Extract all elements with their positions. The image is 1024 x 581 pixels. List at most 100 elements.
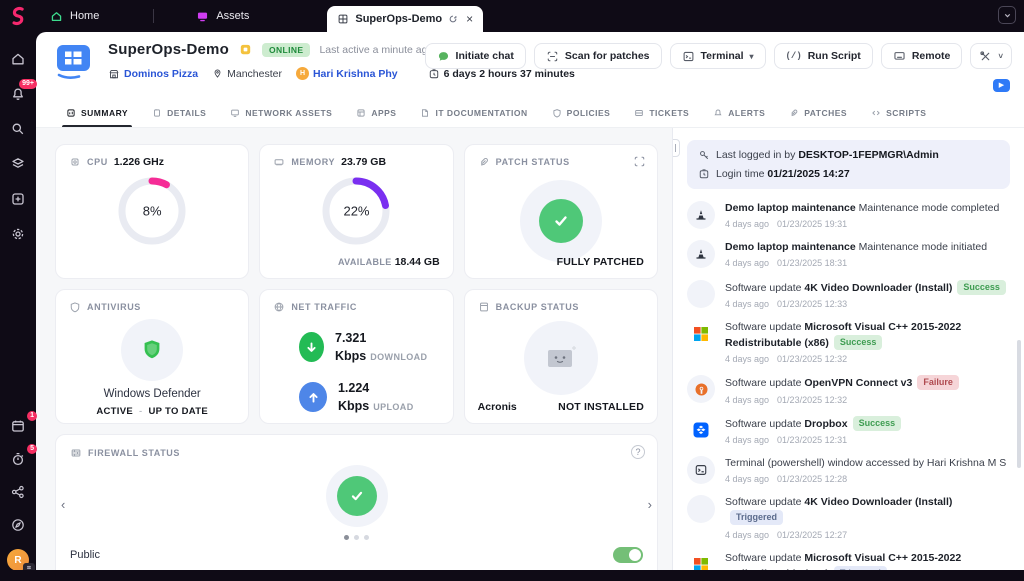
- patch-icon: [478, 156, 490, 168]
- feed-timestamp: 4 days ago01/23/2025 19:31: [725, 218, 999, 231]
- firewall-status-card: FIREWALL STATUS ? ‹ ›: [55, 434, 658, 570]
- activity-feed: Demo laptop maintenance Maintenance mode…: [687, 201, 1010, 570]
- timer-stopwatch-icon[interactable]: 5: [9, 450, 27, 468]
- tab-tickets[interactable]: TICKETS: [622, 98, 701, 127]
- schedule-calendar-icon[interactable]: 1: [9, 417, 27, 435]
- login-user: DESKTOP-1FEPMGR\Admin: [798, 149, 938, 161]
- explore-compass-icon[interactable]: [9, 516, 27, 534]
- network-assets-icon: [230, 108, 240, 118]
- initiate-chat-button[interactable]: Initiate chat: [425, 43, 526, 69]
- tab-details[interactable]: DETAILS: [140, 98, 218, 127]
- add-new-icon[interactable]: [9, 190, 27, 208]
- tools-menu-button[interactable]: ˅: [970, 43, 1012, 69]
- notifications-bell-icon[interactable]: 99+: [9, 85, 27, 103]
- online-status-badge: ONLINE: [262, 43, 311, 57]
- carousel-prev-icon[interactable]: ‹: [61, 497, 65, 512]
- patch-status-indicator: [520, 180, 602, 262]
- store-icon: [108, 68, 120, 80]
- carousel-next-icon[interactable]: ›: [648, 497, 652, 512]
- cpu-chip-icon: [238, 42, 253, 57]
- firewall-help-icon[interactable]: ?: [631, 445, 645, 459]
- nav-home[interactable]: Home: [36, 10, 113, 23]
- login-info-box: Last logged in by DESKTOP-1FEPMGR\Admin …: [687, 140, 1010, 189]
- cpu-icon: [69, 156, 81, 168]
- remote-screen-icon: [893, 50, 906, 63]
- carousel-dot[interactable]: [364, 535, 369, 540]
- nav-assets[interactable]: Assets: [182, 10, 263, 23]
- feed-item-maintenance-initiated[interactable]: Demo laptop maintenance Maintenance mode…: [687, 240, 1010, 270]
- superops-logo-icon[interactable]: [7, 5, 29, 32]
- settings-gear-icon[interactable]: [9, 225, 27, 243]
- maintenance-cone-icon: [687, 201, 715, 229]
- location-pin-icon: [212, 68, 223, 79]
- uptime-item: 6 days 2 hours 37 minutes: [428, 68, 575, 80]
- tab-scripts[interactable]: SCRIPTS: [859, 98, 938, 127]
- antivirus-shield-icon: [69, 301, 81, 313]
- modules-layers-icon[interactable]: [9, 155, 27, 173]
- scan-for-patches-button[interactable]: Scan for patches: [534, 43, 662, 69]
- policies-icon: [552, 108, 562, 118]
- location-item: Manchester: [212, 68, 282, 80]
- patch-check-icon: [539, 199, 583, 243]
- backup-product: Acronis: [478, 401, 517, 413]
- tab-apps[interactable]: APPS: [344, 98, 408, 127]
- search-icon[interactable]: [9, 120, 27, 138]
- feed-item-openvpn-failure[interactable]: Software update OpenVPN Connect v3Failur…: [687, 375, 1010, 406]
- feed-item-4k-downloader-triggered[interactable]: Software update 4K Video Downloader (Ins…: [687, 495, 1010, 541]
- script-icon: (/): [786, 51, 802, 61]
- feed-item-terminal-accessed[interactable]: Terminal (powershell) window accessed by…: [687, 456, 1010, 486]
- cpu-percent-label: 8%: [143, 204, 162, 219]
- home-icon[interactable]: [9, 50, 27, 68]
- terminal-button[interactable]: Terminal ▾: [670, 43, 766, 69]
- client-link[interactable]: Dominos Pizza: [108, 68, 198, 80]
- remote-button[interactable]: Remote: [881, 43, 963, 69]
- tab-network-assets[interactable]: NETWORK ASSETS: [218, 98, 344, 127]
- tab-policies[interactable]: POLICIES: [540, 98, 623, 127]
- feed-timestamp: 4 days ago01/23/2025 12:33: [725, 298, 1006, 311]
- action-buttons: Initiate chat Scan for patches Terminal …: [425, 43, 1012, 69]
- refresh-icon: [448, 14, 458, 24]
- feed-timestamp: 4 days ago01/23/2025 12:32: [725, 353, 1010, 366]
- tab-it-documentation[interactable]: IT DOCUMENTATION: [408, 98, 539, 127]
- bottom-edge: [0, 570, 1024, 581]
- firewall-public-toggle[interactable]: [613, 547, 643, 563]
- user-avatar[interactable]: R ⌗: [7, 549, 29, 571]
- openvpn-logo-icon: [687, 375, 715, 403]
- backup-indicator: [524, 321, 598, 395]
- feed-scrollbar[interactable]: [1017, 340, 1021, 468]
- video-play-button[interactable]: ▶: [993, 79, 1010, 92]
- asset-tab-superops-demo[interactable]: SuperOps-Demo ×: [327, 6, 483, 32]
- feed-item-dropbox-success[interactable]: Software update DropboxSuccess 4 days ag…: [687, 416, 1010, 447]
- panel-drag-handle[interactable]: [672, 139, 680, 157]
- technician-link[interactable]: H Hari Krishna Phy: [296, 67, 398, 80]
- share-network-icon[interactable]: [9, 483, 27, 501]
- last-active-text: Last active a minute ago: [319, 44, 433, 56]
- patch-status-card: PATCH STATUS FULLY PATCHED: [464, 144, 658, 279]
- collapse-chevron-icon[interactable]: [998, 6, 1016, 24]
- carousel-dot[interactable]: [354, 535, 359, 540]
- memory-icon: [273, 156, 285, 168]
- tab-summary[interactable]: SUMMARY: [54, 98, 140, 127]
- maintenance-cone-icon: [687, 240, 715, 268]
- not-installed-box-icon: [543, 343, 579, 373]
- last-logged-in-row: Last logged in by DESKTOP-1FEPMGR\Admin: [698, 149, 999, 161]
- main-panel: SuperOps-Demo ONLINE Last active a minut…: [36, 32, 1024, 570]
- feed-item-4k-downloader-success[interactable]: Software update 4K Video Downloader (Ins…: [687, 280, 1010, 311]
- close-tab-icon[interactable]: ×: [466, 12, 473, 26]
- asset-tabbar: SUMMARY DETAILS NETWORK ASSETS APPS IT D…: [36, 98, 1024, 128]
- terminal-icon: [682, 50, 695, 63]
- calendar-count-badge: 1: [27, 411, 37, 421]
- upload-row: 1.224 KbpsUPLOAD: [299, 379, 439, 415]
- tab-patches[interactable]: PATCHES: [777, 98, 859, 127]
- feed-item-msvc-success[interactable]: Software update Microsoft Visual C++ 201…: [687, 320, 1010, 366]
- terminal-window-icon: [687, 456, 715, 484]
- feed-item-maintenance-completed[interactable]: Demo laptop maintenance Maintenance mode…: [687, 201, 1010, 231]
- patch-scan-icon[interactable]: [633, 155, 646, 173]
- dropbox-logo-icon: [687, 416, 715, 444]
- carousel-dot[interactable]: [344, 535, 349, 540]
- notification-count-badge: 99+: [19, 79, 37, 89]
- run-script-button[interactable]: (/) Run Script: [774, 43, 873, 69]
- tab-alerts[interactable]: ALERTS: [701, 98, 777, 127]
- feed-item-msvc-triggered[interactable]: Software update Microsoft Visual C++ 201…: [687, 551, 1010, 570]
- nav-home-label: Home: [70, 10, 99, 22]
